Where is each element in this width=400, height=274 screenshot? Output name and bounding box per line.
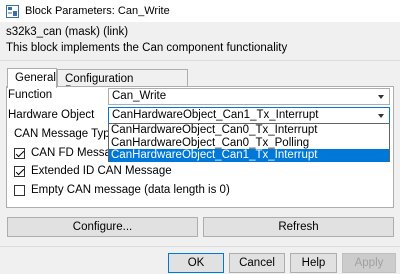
hardware-object-select[interactable]: CanHardwareObject_Can1_Tx_Interrupt — [108, 107, 390, 124]
function-label: Function — [8, 89, 53, 101]
function-select[interactable]: Can_Write — [108, 88, 390, 105]
apply-button[interactable]: Apply — [342, 253, 396, 273]
function-select-value: Can_Write — [112, 90, 167, 102]
dropdown-option[interactable]: CanHardwareObject_Can0_Tx_Polling — [109, 137, 389, 150]
extended-id-checkbox[interactable]: Extended ID CAN Message — [14, 165, 172, 177]
dropdown-option[interactable]: CanHardwareObject_Can0_Tx_Interrupt — [109, 124, 389, 137]
configure-button[interactable]: Configure... — [7, 217, 198, 237]
block-description: This block implements the Can component … — [6, 42, 288, 54]
checkbox-label: Empty CAN message (data length is 0) — [31, 184, 230, 196]
ok-button[interactable]: OK — [168, 253, 224, 273]
chevron-down-icon — [378, 95, 384, 99]
hardware-object-dropdown-list: CanHardwareObject_Can0_Tx_Interrupt CanH… — [108, 123, 390, 162]
block-header: s32k3_can (mask) (link) — [6, 26, 129, 38]
checkbox-label: Extended ID CAN Message — [31, 165, 172, 177]
window-title: Block Parameters: Can_Write — [25, 5, 170, 17]
cancel-button[interactable]: Cancel — [229, 253, 285, 273]
tab-general[interactable]: General — [7, 68, 57, 88]
hardware-object-label: Hardware Object — [8, 109, 95, 121]
can-message-type-label: CAN Message Type — [14, 128, 117, 140]
tab-configuration-parameters[interactable]: Configuration Parameters — [57, 69, 188, 97]
block-parameters-icon — [5, 4, 19, 18]
divider — [0, 246, 400, 247]
checkbox-box[interactable] — [14, 165, 25, 177]
dropdown-option-selected[interactable]: CanHardwareObject_Can1_Tx_Interrupt — [109, 149, 389, 162]
divider — [0, 60, 400, 61]
title-bar: Block Parameters: Can_Write — [0, 0, 400, 22]
help-button[interactable]: Help — [290, 253, 337, 273]
refresh-button[interactable]: Refresh — [203, 217, 394, 237]
empty-can-message-checkbox[interactable]: Empty CAN message (data length is 0) — [14, 184, 230, 196]
checkbox-box[interactable] — [14, 147, 25, 159]
chevron-down-icon — [378, 114, 384, 118]
checkbox-box[interactable] — [14, 184, 25, 196]
hardware-object-select-value: CanHardwareObject_Can1_Tx_Interrupt — [112, 109, 319, 121]
